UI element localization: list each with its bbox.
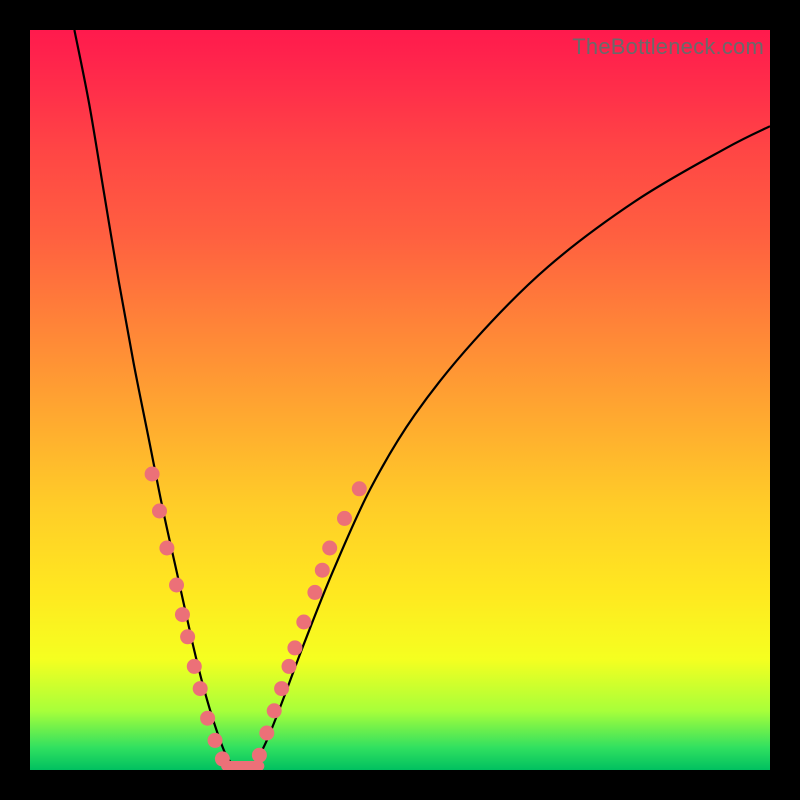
curve-group: [74, 30, 770, 770]
data-dot-left: [175, 607, 190, 622]
data-dot-right: [352, 481, 367, 496]
plot-area: TheBottleneck.com: [30, 30, 770, 770]
data-dots-group: [145, 467, 367, 767]
curve-right-path: [252, 126, 770, 770]
data-dot-left: [152, 504, 167, 519]
data-dot-left: [187, 659, 202, 674]
bottleneck-chart-svg: [30, 30, 770, 770]
data-dot-right: [322, 541, 337, 556]
data-dot-left: [208, 733, 223, 748]
data-dot-right: [282, 659, 297, 674]
data-dot-right: [307, 585, 322, 600]
data-dot-right: [337, 511, 352, 526]
data-dot-left: [215, 751, 230, 766]
data-dot-left: [193, 681, 208, 696]
chart-frame: TheBottleneck.com: [0, 0, 800, 800]
data-dot-left: [200, 711, 215, 726]
data-dot-right: [274, 681, 289, 696]
data-dot-left: [159, 541, 174, 556]
data-dot-left: [145, 467, 160, 482]
data-dot-right: [287, 640, 302, 655]
data-dot-right: [252, 748, 267, 763]
data-dot-right: [259, 726, 274, 741]
curve-left-path: [74, 30, 237, 770]
data-dot-left: [169, 578, 184, 593]
data-dot-right: [315, 563, 330, 578]
data-dot-right: [296, 615, 311, 630]
data-dot-right: [267, 703, 282, 718]
data-dot-left: [180, 629, 195, 644]
